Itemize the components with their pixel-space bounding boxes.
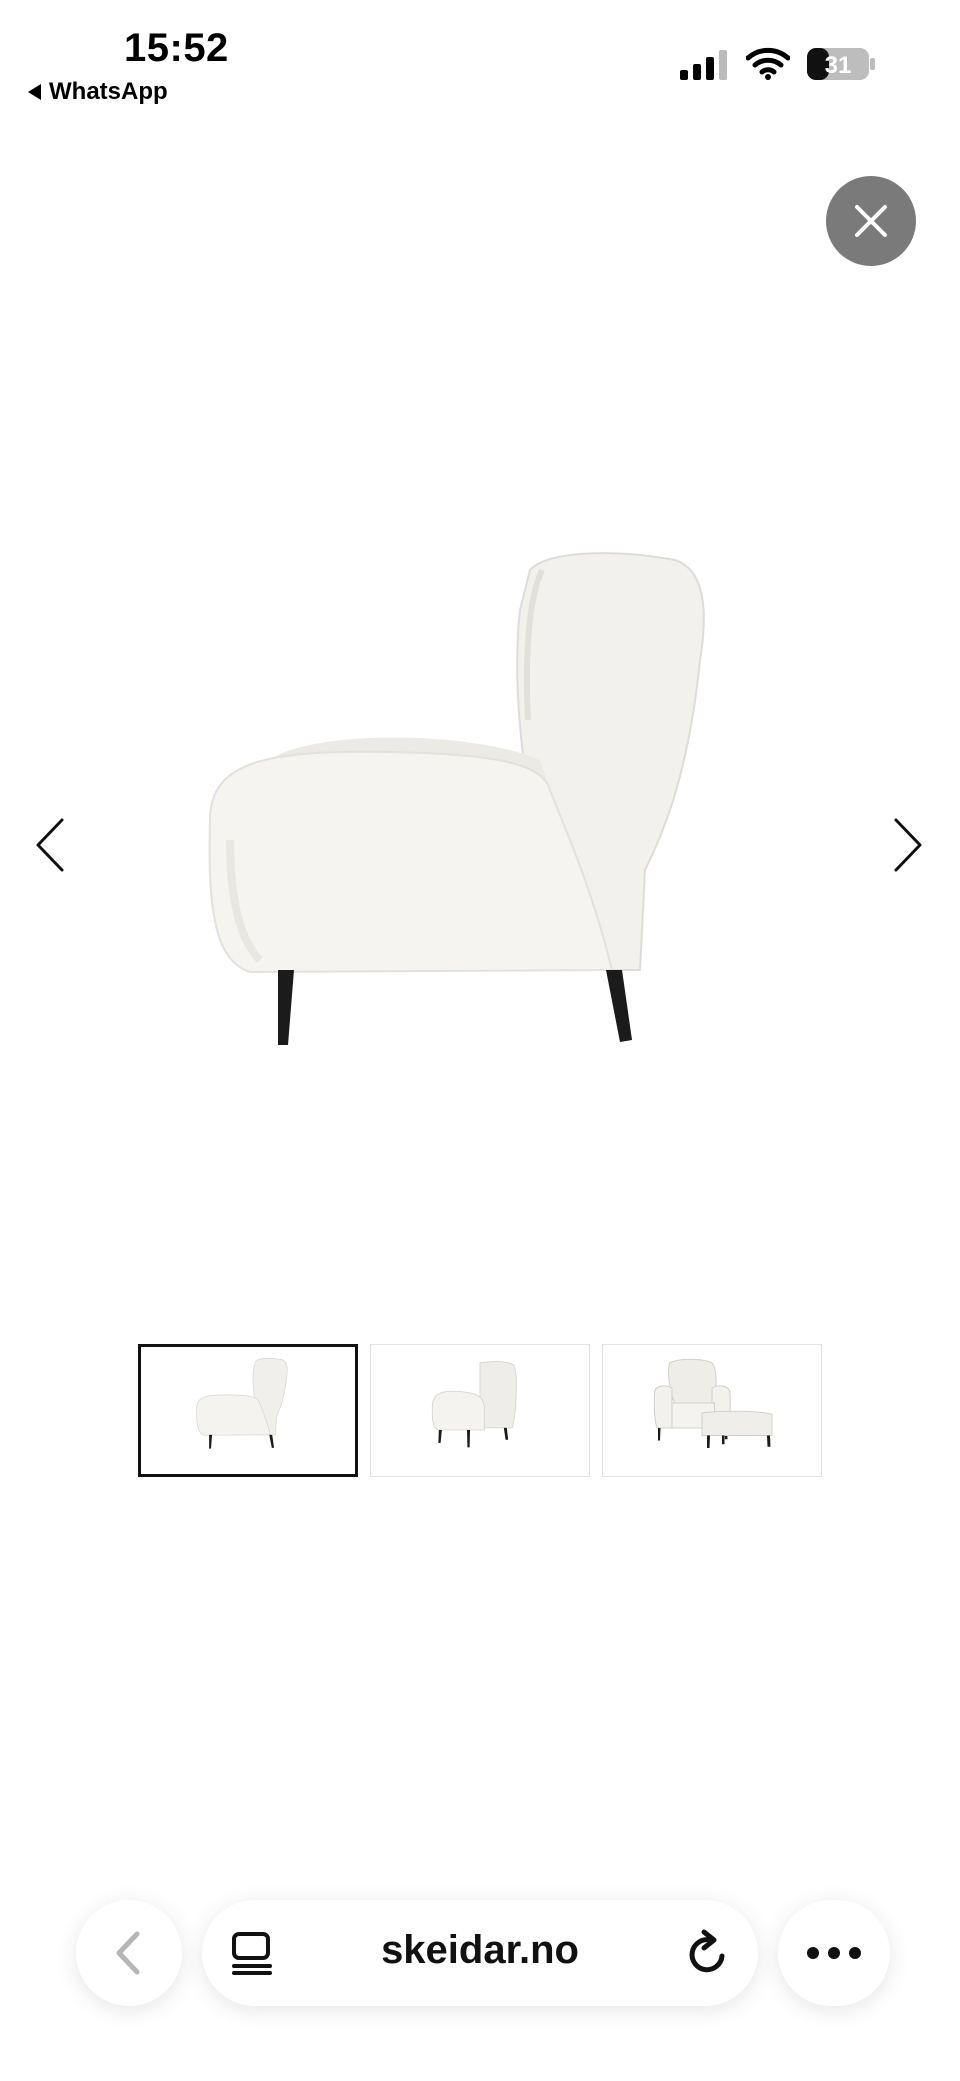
status-time: 15:52 <box>124 26 229 70</box>
browser-back-button[interactable] <box>76 1900 182 2006</box>
battery-indicator: 31 <box>806 47 876 81</box>
armchair-back-thumbnail <box>431 1361 517 1448</box>
thumbnail-armchair-back[interactable] <box>370 1344 590 1477</box>
previous-image-button[interactable] <box>28 810 78 880</box>
back-app-label: WhatsApp <box>49 78 168 105</box>
battery-level: 31 <box>825 52 852 79</box>
main-product-image <box>208 552 705 1045</box>
next-image-button[interactable] <box>880 810 930 880</box>
chevron-left-icon <box>36 818 64 872</box>
battery-icon: 31 <box>807 48 875 80</box>
back-triangle-icon <box>28 84 41 100</box>
thumbnail-strip <box>138 1344 822 1477</box>
address-bar[interactable]: skeidar.no <box>202 1900 758 2006</box>
reload-icon[interactable] <box>682 1928 732 1978</box>
armchair-footstool-thumbnail <box>653 1358 773 1448</box>
armchair-side-thumbnail <box>196 1357 288 1449</box>
wifi-icon <box>746 47 790 80</box>
url-domain[interactable]: skeidar.no <box>202 1928 758 1973</box>
close-icon <box>855 205 887 237</box>
cellular-signal-icon <box>680 50 727 80</box>
more-icon <box>807 1947 861 1959</box>
more-options-button[interactable] <box>778 1900 890 2006</box>
chevron-right-icon <box>894 818 922 872</box>
close-button[interactable] <box>826 176 916 266</box>
back-to-app-link[interactable]: WhatsApp <box>28 78 168 106</box>
thumbnail-armchair-side[interactable] <box>138 1344 358 1477</box>
chevron-left-icon <box>116 1931 140 1975</box>
thumbnail-armchair-footstool[interactable] <box>602 1344 822 1477</box>
